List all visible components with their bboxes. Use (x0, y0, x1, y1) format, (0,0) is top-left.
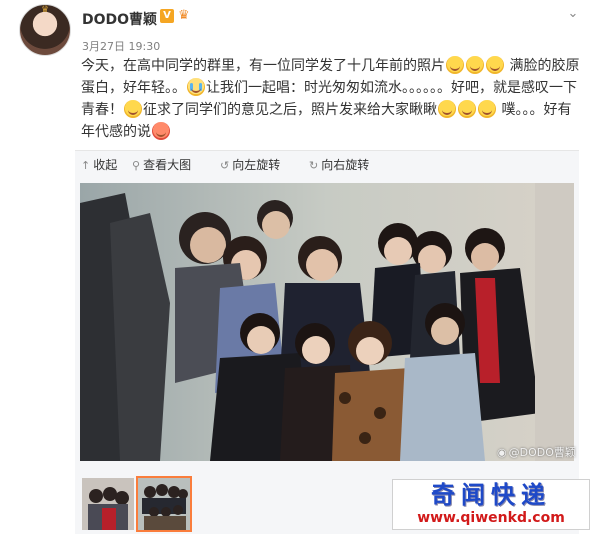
view-large-button[interactable]: ⚲ 查看大图 (132, 157, 191, 173)
thumbnail-1-image (82, 478, 134, 530)
weibo-post-card: ♛ DODO曹颖 V ♛ 3月27日 19:30 ⌄ 今天，在高中同学的群里，有… (0, 0, 594, 534)
group-photo[interactable] (80, 183, 574, 461)
post-text-segment: 今天，在高中同学的群里，有一位同学发了十几年前的照片 (81, 58, 445, 74)
photo-watermark: ◉ @DODO曹颖 (497, 444, 576, 460)
post-text-segment: 征求了同学们的意见之后，照片发来给大家瞅瞅 (143, 102, 437, 118)
cry-emoji-icon (187, 78, 205, 96)
rotate-left-icon: ↺ (220, 159, 230, 172)
thumbnail-1[interactable] (82, 478, 134, 530)
watermark-text: @DODO曹颖 (508, 446, 576, 459)
crown-icon: ♛ (40, 5, 50, 15)
heart-eyes-emoji-icon (152, 122, 170, 140)
member-icon: ♛ (178, 8, 190, 23)
weibo-icon: ◉ (497, 446, 507, 459)
site-logo-title: 奇闻快递 (431, 480, 551, 509)
photo-container (75, 178, 579, 468)
thumbnail-2[interactable] (136, 476, 192, 532)
post-time[interactable]: 3月27日 19:30 (82, 38, 160, 54)
chevron-down-icon[interactable]: ⌄ (565, 6, 581, 22)
tongue-emoji-icon (458, 100, 476, 118)
collapse-button[interactable]: ↑ 收起 (81, 157, 117, 173)
group-photo-image (80, 183, 574, 461)
username[interactable]: DODO曹颖 (82, 9, 157, 29)
collapse-label: 收起 (93, 158, 118, 172)
arrow-up-icon: ↑ (81, 159, 91, 172)
rotate-right-label: 向右旋转 (321, 158, 370, 172)
thumbnail-2-image (138, 478, 190, 530)
smile-emoji-icon (124, 100, 142, 118)
site-logo-url: www.qiwenkd.com (417, 510, 565, 526)
view-large-label: 查看大图 (143, 158, 192, 172)
rotate-left-button[interactable]: ↺ 向左旋转 (220, 157, 280, 173)
magnifier-icon: ⚲ (132, 159, 141, 172)
site-logo: 奇闻快递 www.qiwenkd.com (392, 479, 590, 530)
image-toolbar: ↑ 收起 ⚲ 查看大图 ↺ 向左旋转 ↻ 向右旋转 (75, 150, 579, 179)
tongue-emoji-icon (478, 100, 496, 118)
tongue-emoji-icon (438, 100, 456, 118)
rotate-right-button[interactable]: ↻ 向右旋转 (309, 157, 369, 173)
rotate-left-label: 向左旋转 (232, 158, 281, 172)
laugh-emoji-icon (486, 56, 504, 74)
user-avatar[interactable]: ♛ (19, 4, 71, 56)
rotate-right-icon: ↻ (309, 159, 319, 172)
laugh-emoji-icon (466, 56, 484, 74)
laugh-emoji-icon (446, 56, 464, 74)
verified-badge: V (160, 9, 174, 23)
post-text: 今天，在高中同学的群里，有一位同学发了十几年前的照片 满脸的胶原蛋白，好年轻。。… (81, 55, 581, 143)
